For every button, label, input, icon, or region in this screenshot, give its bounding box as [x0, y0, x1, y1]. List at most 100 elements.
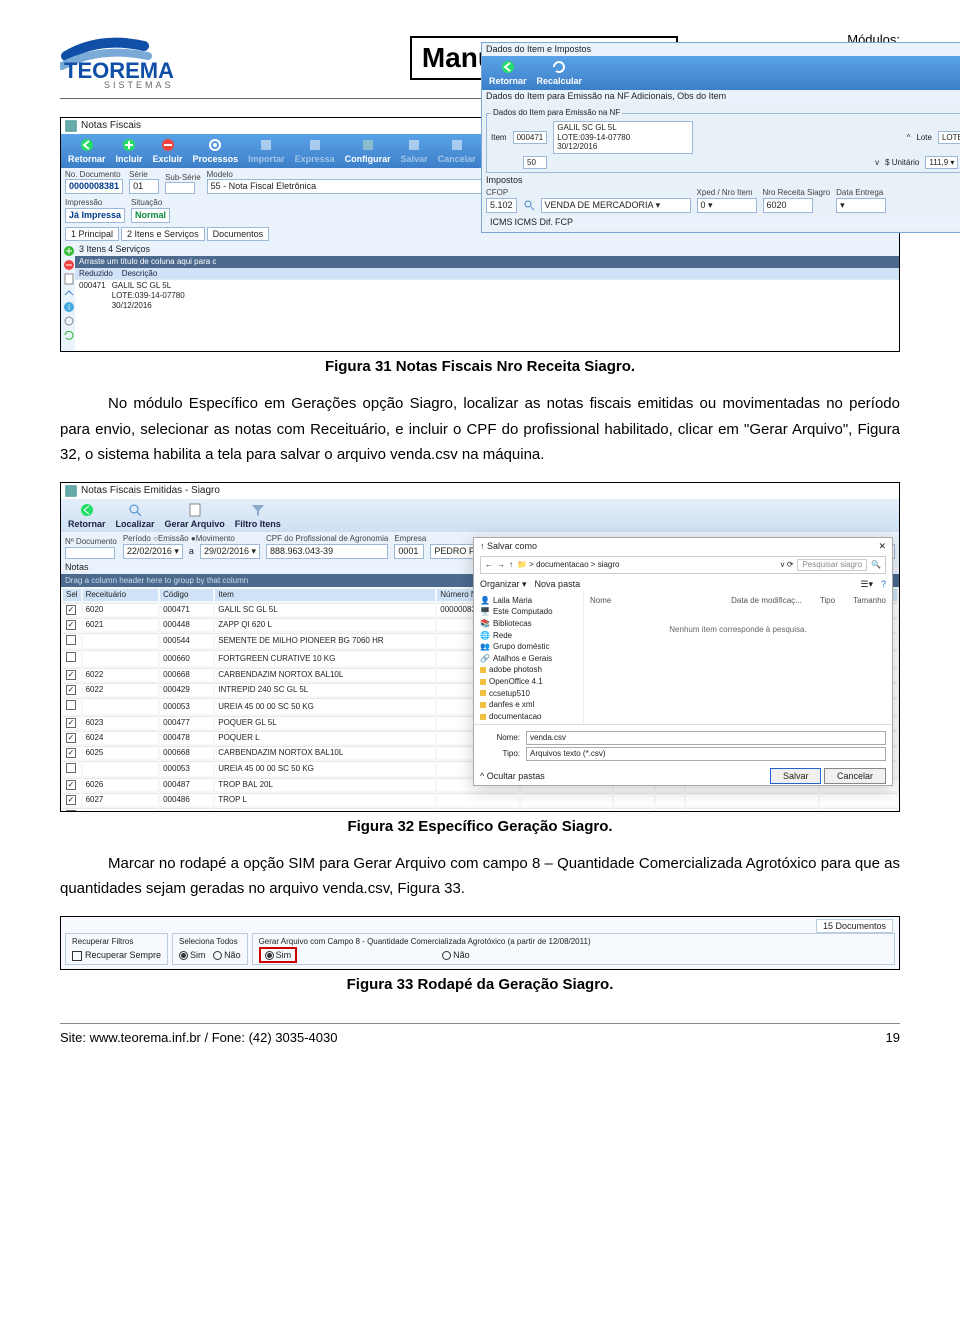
sidebar-item[interactable]: 🌐Rede: [480, 631, 577, 641]
filtro-itens-button[interactable]: Filtro Itens: [232, 502, 284, 530]
cancel-button-dlg[interactable]: Cancelar: [824, 768, 886, 784]
lote-input[interactable]: LOTE:039-14-07780: [938, 131, 960, 145]
doc-input-2[interactable]: [65, 547, 115, 559]
xped-input[interactable]: 0 ▾: [697, 198, 757, 213]
gerar-arquivo-button[interactable]: Gerar Arquivo: [162, 502, 228, 530]
help-icon[interactable]: ?: [881, 579, 886, 590]
unit-input[interactable]: 111,9 ▾: [925, 156, 958, 170]
localizar-button[interactable]: Localizar: [113, 502, 158, 530]
table-row[interactable]: ✓6027000486TROP L: [63, 793, 897, 806]
tab-principal[interactable]: 1 Principal: [65, 227, 119, 242]
dlg-tab-dados[interactable]: Dados do Item para Emissão na NF: [486, 91, 629, 102]
table-row[interactable]: ✓6028000004NIMBUS GL 5L: [63, 808, 897, 811]
empty-message: Nenhum item corresponde à pesquisa.: [590, 625, 886, 635]
type-label: Tipo:: [480, 749, 520, 759]
row-checkbox[interactable]: [66, 652, 76, 662]
row-checkbox[interactable]: [66, 763, 76, 773]
hide-folders-button[interactable]: ^ Ocultar pastas: [480, 771, 545, 782]
nav-up-icon[interactable]: ↑: [509, 560, 513, 570]
item-code-input[interactable]: 000471: [513, 131, 548, 145]
sidebar-folder[interactable]: OpenOffice 4.1: [480, 677, 577, 687]
siagro-input[interactable]: 6020: [763, 198, 813, 213]
sidebar-folder[interactable]: documentacao: [480, 712, 577, 722]
row-checkbox[interactable]: [66, 635, 76, 645]
gear-icon[interactable]: [63, 315, 75, 327]
cpf-input[interactable]: 888.963.043-39: [266, 544, 388, 559]
doc-icon[interactable]: [63, 273, 75, 285]
newfolder-button[interactable]: Nova pasta: [535, 579, 581, 590]
dlg-retornar-button[interactable]: Retornar: [486, 59, 530, 87]
row-checkbox[interactable]: [66, 700, 76, 710]
processos-button[interactable]: Processos: [190, 137, 242, 165]
row-checkbox[interactable]: ✓: [66, 620, 76, 630]
sel-nao-radio[interactable]: [213, 951, 222, 960]
row-checkbox[interactable]: ✓: [66, 733, 76, 743]
sidebar-folder[interactable]: danfes e xml: [480, 700, 577, 710]
empresa-code[interactable]: 0001: [394, 544, 424, 559]
sidebar-item[interactable]: 👥Grupo doméstic: [480, 642, 577, 652]
search-icon-2[interactable]: 🔍: [871, 560, 881, 570]
entrega-input[interactable]: ▾: [836, 198, 886, 213]
nav-fwd-icon[interactable]: →: [497, 560, 505, 570]
sel-sim-radio[interactable]: [179, 951, 188, 960]
row-checkbox[interactable]: ✓: [66, 780, 76, 790]
row-checkbox[interactable]: ✓: [66, 748, 76, 758]
tab-itens[interactable]: 3 Itens: [79, 244, 106, 255]
dialog-title: Dados do Item e Impostos: [482, 43, 960, 56]
subserie-input[interactable]: [165, 182, 195, 194]
date-from[interactable]: 22/02/2016 ▾: [123, 544, 183, 559]
row-checkbox[interactable]: ✓: [66, 718, 76, 728]
app-icon: [65, 120, 77, 132]
sidebar-item[interactable]: 📚Bibliotecas: [480, 619, 577, 629]
rec-sempre-checkbox[interactable]: [72, 951, 82, 961]
minus-icon[interactable]: [63, 259, 75, 271]
search-input[interactable]: Pesquisar siagro: [797, 559, 867, 571]
sidebar-folder[interactable]: adobe photosh: [480, 665, 577, 675]
tab-itens-servicos[interactable]: 2 Itens e Serviços: [121, 227, 205, 242]
view-icon[interactable]: ☰▾: [860, 579, 873, 590]
search-icon[interactable]: [523, 199, 535, 211]
date-to[interactable]: 29/02/2016 ▾: [200, 544, 260, 559]
cfop-desc-select[interactable]: VENDA DE MERCADORIA ▾: [541, 198, 691, 213]
row-checkbox[interactable]: ✓: [66, 810, 76, 811]
sidebar-item[interactable]: 🔗Atalhos e Gerais: [480, 654, 577, 664]
sidebar-folder[interactable]: ccsetup510: [480, 689, 577, 699]
row-checkbox[interactable]: ✓: [66, 685, 76, 695]
serie-input[interactable]: 01: [129, 179, 159, 194]
sidebar-item[interactable]: 👤Laila Maria: [480, 596, 577, 606]
tab-servicos[interactable]: 4 Serviços: [108, 244, 150, 255]
sidebar-item[interactable]: 🖥️Este Computado: [480, 607, 577, 617]
info-icon[interactable]: i: [63, 301, 75, 313]
nav-back-icon[interactable]: ←: [485, 560, 493, 570]
tab-documentos[interactable]: Documentos: [207, 227, 270, 242]
filename-input[interactable]: venda.csv: [526, 731, 886, 745]
grid-row[interactable]: 000471 GALIL SC GL 5L LOTE:039-14-07780 …: [75, 279, 899, 311]
filetype-select[interactable]: Arquivos texto (*.csv): [526, 747, 886, 761]
configurar-button[interactable]: Configurar: [342, 137, 394, 165]
cfop-input[interactable]: 5.102: [486, 198, 517, 213]
tab-icms[interactable]: ICMS: [490, 217, 513, 228]
excluir-button[interactable]: Excluir: [150, 137, 186, 165]
dlg-recalcular-button[interactable]: Recalcular: [534, 59, 586, 87]
paragraph-2: Marcar no rodapé a opção SIM para Gerar …: [60, 851, 900, 902]
incluir-button[interactable]: Incluir: [113, 137, 146, 165]
tab-fcp[interactable]: FCP: [555, 217, 573, 228]
arrow-icon[interactable]: [63, 287, 75, 299]
row-checkbox[interactable]: ✓: [66, 795, 76, 805]
row-checkbox[interactable]: ✓: [66, 670, 76, 680]
tab-notas[interactable]: Notas: [65, 562, 89, 573]
plus-icon[interactable]: [63, 245, 75, 257]
app-icon: [65, 485, 77, 497]
organize-button[interactable]: Organizar ▾: [480, 579, 527, 590]
tab-icms-dif[interactable]: ICMS Dif.: [515, 217, 554, 228]
retornar-button-2[interactable]: Retornar: [65, 502, 109, 530]
row-checkbox[interactable]: ✓: [66, 605, 76, 615]
campo8-sim-radio[interactable]: [265, 951, 274, 960]
dlg-tab-adicionais[interactable]: Adicionais, Obs do Item: [631, 91, 726, 102]
close-icon[interactable]: ✕: [878, 541, 886, 552]
retornar-button[interactable]: Retornar: [65, 137, 109, 165]
pos-input[interactable]: 50: [523, 156, 547, 170]
campo8-nao-radio[interactable]: [442, 951, 451, 960]
save-button-dlg[interactable]: Salvar: [770, 768, 822, 784]
refresh-icon[interactable]: [63, 329, 75, 341]
